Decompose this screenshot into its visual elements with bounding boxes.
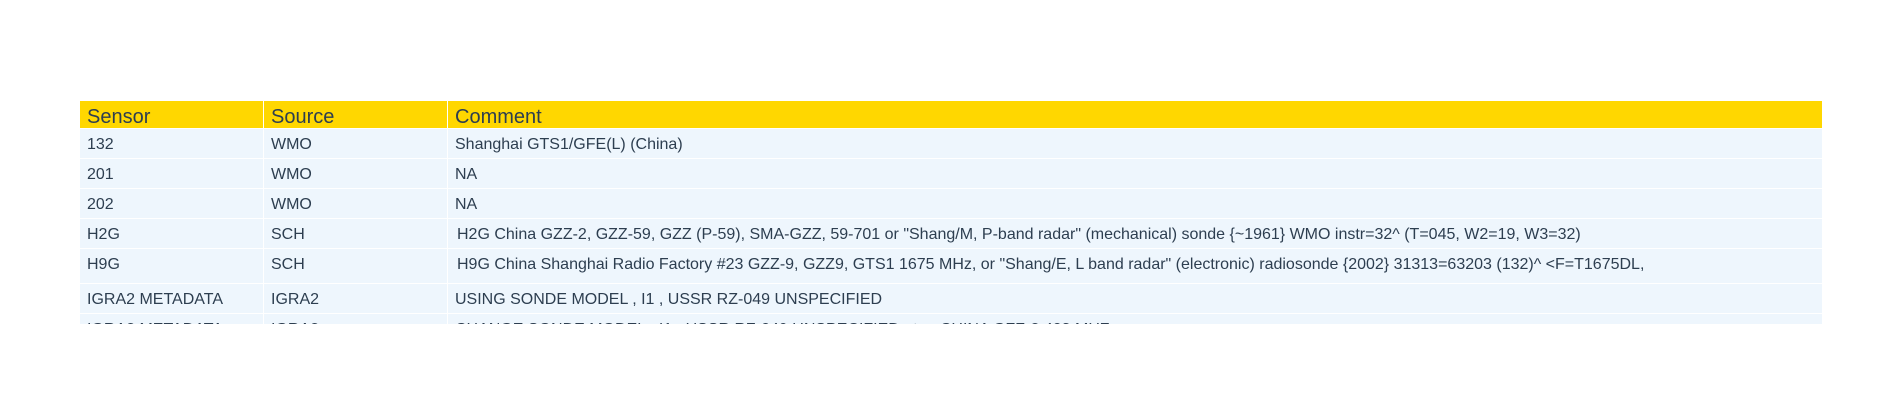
cell-comment: CHANGE SONDE MODEL , I1 , USSR RZ-049 UN… <box>448 314 1822 324</box>
cell-sensor: IGRA2 METADATA <box>80 314 263 324</box>
table-row: IGRA2 METADATA IGRA2 CHANGE SONDE MODEL … <box>80 314 1822 324</box>
cell-source: WMO <box>264 189 447 218</box>
cell-comment: Shanghai GTS1/GFE(L) (China) <box>448 129 1822 158</box>
cell-comment: USING SONDE MODEL , I1 , USSR RZ-049 UNS… <box>448 284 1822 313</box>
table-row: 132 WMO Shanghai GTS1/GFE(L) (China) <box>80 129 1822 158</box>
cell-sensor: H9G <box>80 249 263 283</box>
cell-source: WMO <box>264 129 447 158</box>
cell-sensor: IGRA2 METADATA <box>80 284 263 313</box>
cell-sensor: 202 <box>80 189 263 218</box>
table-row: IGRA2 METADATA IGRA2 USING SONDE MODEL ,… <box>80 284 1822 313</box>
table-row: 202 WMO NA <box>80 189 1822 218</box>
cell-sensor: 201 <box>80 159 263 188</box>
table-row: H9G SCH H9G China Shanghai Radio Factory… <box>80 249 1822 283</box>
cell-comment: H9G China Shanghai Radio Factory #23 GZZ… <box>448 249 1822 283</box>
cell-sensor: H2G <box>80 219 263 248</box>
cell-comment: H2G China GZZ-2, GZZ-59, GZZ (P-59), SMA… <box>448 219 1822 248</box>
sensor-table-container[interactable]: Sensor Source Comment 132 WMO Shanghai G… <box>80 101 1822 324</box>
cell-source: IGRA2 <box>264 284 447 313</box>
cell-source: WMO <box>264 159 447 188</box>
column-header-source[interactable]: Source <box>264 101 447 128</box>
cell-source: SCH <box>264 249 447 283</box>
sensor-table: Sensor Source Comment 132 WMO Shanghai G… <box>80 101 1822 324</box>
column-header-comment[interactable]: Comment <box>448 101 1822 128</box>
cell-sensor: 132 <box>80 129 263 158</box>
cell-comment: NA <box>448 159 1822 188</box>
cell-source: IGRA2 <box>264 314 447 324</box>
table-header-row: Sensor Source Comment <box>80 101 1822 128</box>
table-row: H2G SCH H2G China GZZ-2, GZZ-59, GZZ (P-… <box>80 219 1822 248</box>
cell-source: SCH <box>264 219 447 248</box>
table-row: 201 WMO NA <box>80 159 1822 188</box>
cell-comment: NA <box>448 189 1822 218</box>
column-header-sensor[interactable]: Sensor <box>80 101 263 128</box>
